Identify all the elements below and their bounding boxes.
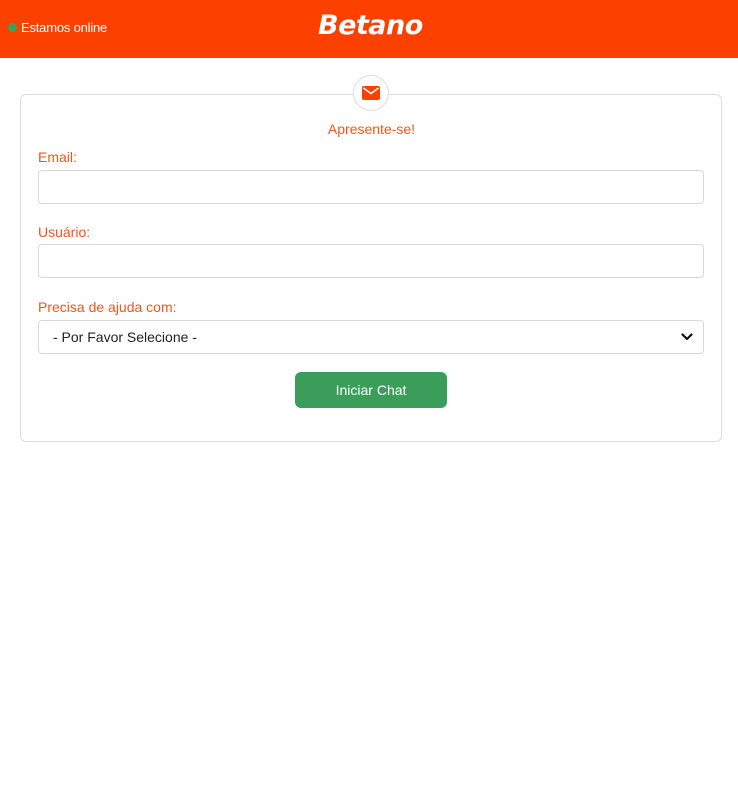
start-chat-button[interactable]: Iniciar Chat bbox=[295, 372, 447, 408]
username-field[interactable] bbox=[38, 244, 704, 278]
help-topic-label: Precisa de ajuda com: bbox=[38, 299, 177, 315]
email-label: Email: bbox=[38, 149, 77, 165]
help-topic-selected: - Por Favor Selecione - bbox=[53, 329, 197, 345]
help-topic-select[interactable]: - Por Favor Selecione - bbox=[38, 320, 704, 354]
envelope-icon bbox=[353, 75, 389, 111]
username-label: Usuário: bbox=[38, 224, 91, 240]
online-dot-icon bbox=[8, 23, 17, 32]
chevron-down-icon bbox=[681, 333, 693, 341]
online-status-text: Estamos online bbox=[21, 20, 108, 35]
form-title: Apresente-se! bbox=[327, 121, 416, 137]
online-status: Estamos online bbox=[8, 20, 107, 35]
envelope-glyph bbox=[362, 86, 380, 100]
brand-logo: Betano bbox=[318, 10, 423, 41]
header-bar: Estamos online Betano bbox=[0, 0, 738, 58]
email-field[interactable] bbox=[38, 170, 704, 204]
